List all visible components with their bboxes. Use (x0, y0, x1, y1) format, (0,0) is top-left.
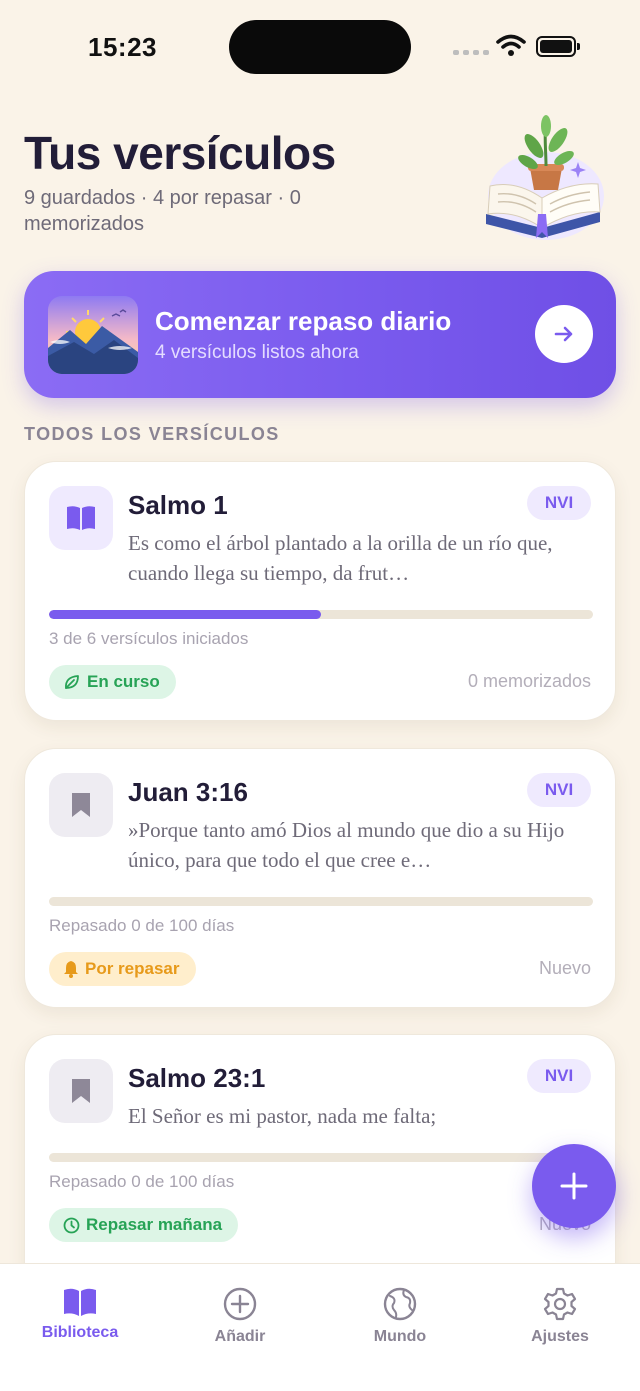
page-title: Tus versículos (24, 127, 336, 179)
tab-label: Mundo (373, 1328, 427, 1345)
add-verse-button[interactable] (532, 1144, 616, 1228)
status-label: Repasar mañana (86, 1215, 223, 1234)
section-label: TODOS LOS VERSÍCULOS (24, 424, 280, 444)
clock-icon (63, 1217, 80, 1233)
progress-bar (49, 610, 593, 619)
arrow-right-icon (554, 326, 573, 342)
plus-icon (560, 1172, 588, 1200)
card-title: Juan 3:16 (128, 777, 248, 807)
progress-text: 3 de 6 versículos iniciados (49, 629, 249, 648)
cellular-signal-icon (453, 50, 489, 55)
tab-anadir[interactable]: Añadir (180, 1286, 300, 1346)
leaf-icon (65, 675, 79, 689)
start-daily-review-card[interactable]: Comenzar repaso diario 4 versículos list… (24, 271, 616, 398)
bookmark-icon (72, 1079, 90, 1103)
card-meta: Nuevo (538, 958, 591, 978)
open-book-icon (67, 506, 95, 530)
version-badge: NVI (527, 773, 591, 807)
cta-subtitle: 4 versículos listos ahora (155, 342, 359, 363)
globe-icon (383, 1287, 417, 1321)
tab-label: Ajustes (531, 1328, 589, 1345)
progress-bar (49, 1153, 593, 1162)
card-title: Salmo 23:1 (128, 1063, 266, 1093)
version-badge: NVI (527, 486, 591, 520)
status-badge: En curso (49, 665, 176, 699)
verse-card[interactable]: Salmo 23:1 NVI El Señor es mi pastor, na… (24, 1034, 616, 1294)
status-badge: Repasar mañana (49, 1208, 239, 1242)
bottom-tab-bar: Biblioteca Añadir Mundo Ajustes (0, 1263, 640, 1391)
bell-icon (64, 961, 78, 978)
verse-preview: Es como el árbol plantado a la orilla de… (128, 531, 553, 585)
tab-label: Añadir (214, 1328, 266, 1345)
progress-text: Repasado 0 de 100 días (49, 916, 235, 935)
verse-card[interactable]: Juan 3:16 NVI »Porque tanto amó Dios al … (24, 748, 616, 1008)
tab-ajustes[interactable]: Ajustes (500, 1286, 620, 1346)
memorized-count: 0 memorizados (467, 671, 591, 691)
progress-fill (49, 610, 321, 619)
tab-biblioteca[interactable]: Biblioteca (20, 1286, 140, 1342)
status-label: En curso (87, 672, 160, 691)
cta-title: Comenzar repaso diario (155, 306, 452, 336)
status-badge: Por repasar (49, 952, 196, 986)
verse-card[interactable]: Salmo 1 NVI Es como el árbol plantado a … (24, 461, 616, 721)
plus-circle-icon (223, 1287, 257, 1321)
status-label: Por repasar (85, 959, 180, 978)
dynamic-island (229, 20, 411, 74)
progress-bar (49, 897, 593, 906)
tab-mundo[interactable]: Mundo (340, 1286, 460, 1346)
status-bar: 15:23 (0, 0, 640, 95)
verse-preview: »Porque tanto amó Dios al mundo que dio … (128, 818, 565, 872)
plant-book-illustration (486, 115, 604, 240)
card-icon (49, 486, 113, 550)
progress-text: Repasado 0 de 100 días (49, 1172, 235, 1191)
gear-icon (543, 1287, 577, 1321)
page-subtitle: 9 guardados · 4 por repasar · 0 memoriza… (24, 187, 301, 235)
card-icon (49, 1059, 113, 1123)
verse-preview: El Señor es mi pastor, nada me falta; (128, 1104, 437, 1128)
wifi-icon (496, 34, 526, 56)
status-time: 15:23 (88, 32, 157, 62)
battery-icon (536, 36, 580, 57)
tab-label: Biblioteca (41, 1324, 119, 1341)
card-title: Salmo 1 (128, 490, 228, 520)
card-icon (49, 773, 113, 837)
version-badge: NVI (527, 1059, 591, 1093)
bookmark-icon (72, 793, 90, 817)
sunrise-mountains-image (48, 296, 138, 374)
cta-arrow-button[interactable] (535, 305, 593, 363)
book-icon (64, 1288, 96, 1316)
